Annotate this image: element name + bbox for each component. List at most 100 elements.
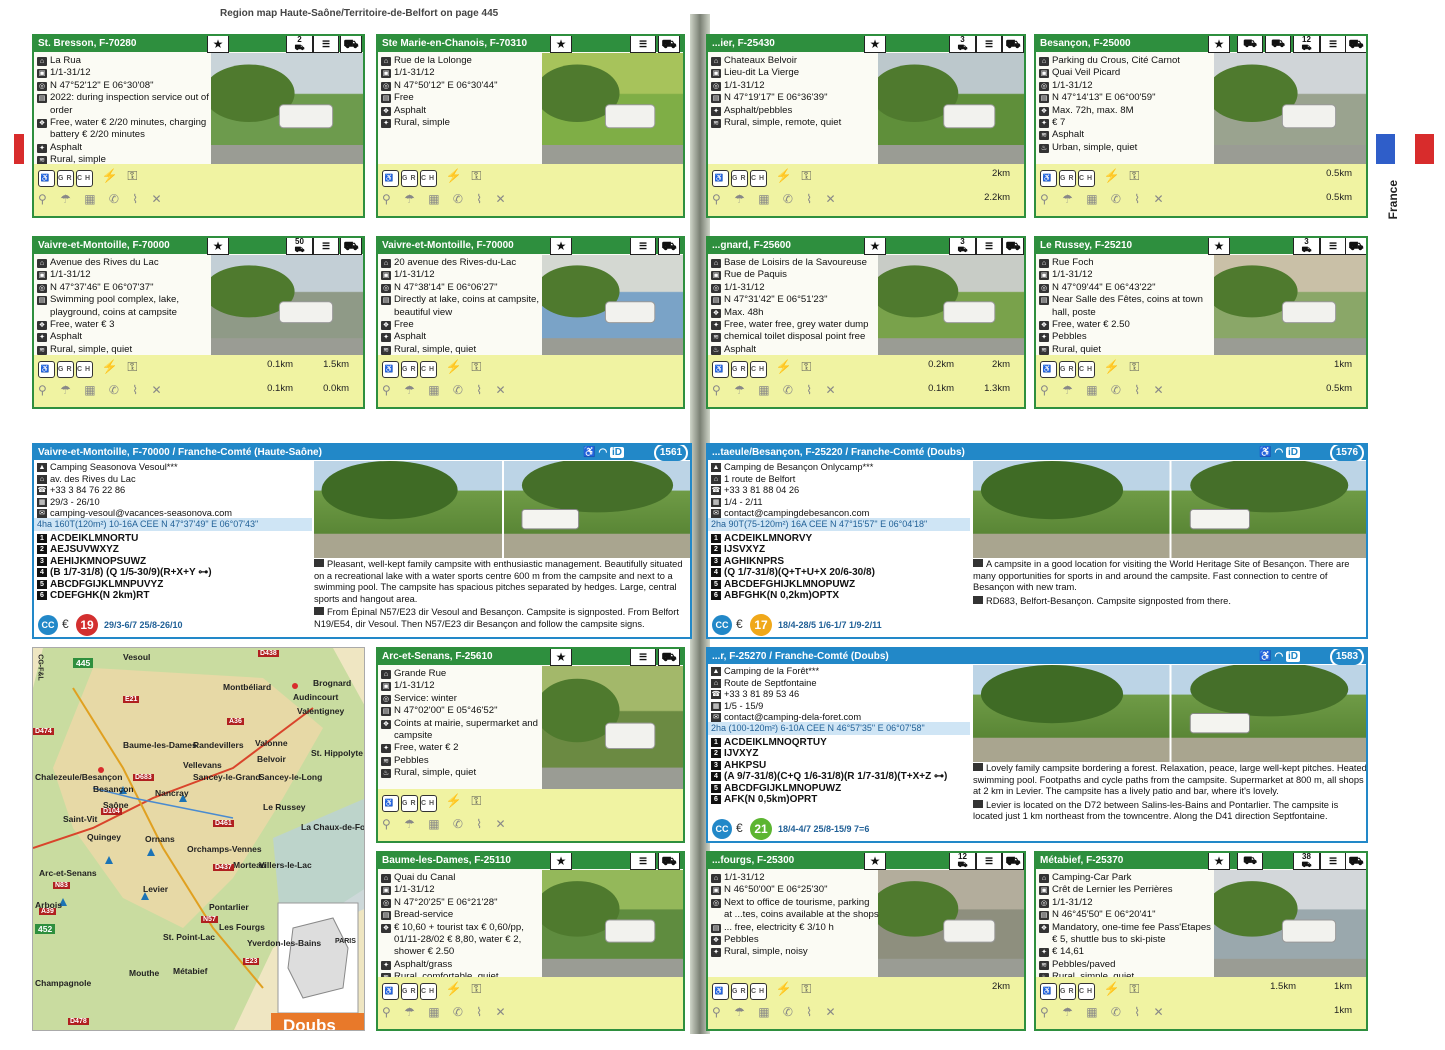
info-line: ✦ Asphalt/grass <box>381 959 543 971</box>
code-number: 4 <box>37 568 47 578</box>
map-place-label: Nancray <box>155 788 189 798</box>
info-line: ◎ 1/1-31/12 <box>711 79 765 91</box>
wifi-icon: ◠ <box>1274 447 1286 458</box>
info-icon: ▦ <box>711 701 721 711</box>
motorhome-icon: ⛟ <box>658 853 680 870</box>
campsite-card[interactable]: Vaivre-et-Montoille, F-70000 / Franche-C… <box>32 443 692 639</box>
info-line: ◎ N 47°50'12" E 06°30'44" <box>381 79 498 91</box>
campervan-card[interactable]: Baume-les-Dames, F-25110 ★ ☰ ⛟ ⌂ Quai du Cana… <box>376 851 685 1031</box>
info-icon: ⌂ <box>1039 874 1049 883</box>
campervan-card[interactable]: ...gnard, F-25600 ★ 3 ⛟ ☰ ⛟ ⌂ Base de Loisirs d… <box>706 236 1026 409</box>
campsite-info-line: ☎ +33 3 81 88 04 26 <box>711 485 800 495</box>
star-icon: ★ <box>1208 238 1230 255</box>
info-icon: ▲ <box>711 667 721 676</box>
wifi-icon: ◠ <box>598 447 610 458</box>
code-number: 5 <box>711 579 721 589</box>
cc-icon: CC <box>712 819 732 839</box>
campervan-card[interactable]: St. Bresson, F-70280 ★ 2 ⛟ ☰ ⛟ ⌂ La Rua ▣ 1/1-31/… <box>32 34 365 218</box>
map-road-label: A39 <box>39 908 56 915</box>
map-place-label: Randevillers <box>193 740 244 750</box>
info-line: ◎ 1/1-31/12 <box>711 281 765 293</box>
length-icon: ☰ <box>313 238 339 255</box>
info-line: ⌂ Rue Foch <box>1039 257 1215 269</box>
star-icon: ★ <box>864 36 886 53</box>
card-info: ⌂ Rue de la Lolonge ▣ 1/1-31/12 ◎ N 47°50'12"… <box>381 55 543 129</box>
description-paragraph: Levier is located on the D72 between Sal… <box>973 799 1339 822</box>
euro-icon: € <box>736 617 743 631</box>
gr-icon: GR <box>731 983 748 1000</box>
distance-label: 1.5km <box>1270 981 1296 992</box>
info-line: ❖ Coints at mairie, supermarket and camps… <box>381 717 538 742</box>
campsite-info-line: ⌂ 1 route de Belfort <box>711 474 973 486</box>
info-line: ❖ Mandatory, one-time fee Pass'Etapes € 5… <box>1039 921 1211 946</box>
info-icon: ❖ <box>1039 923 1049 933</box>
distance-label: 0.2km <box>928 359 954 370</box>
distance-label: 2km <box>992 168 1010 179</box>
map-place-label: Mouthe <box>129 968 160 978</box>
map-place-label: Ornans <box>145 834 175 844</box>
campervan-card[interactable]: Ste Marie-en-Chanois, F-70310 ★ ☰ ⛟ ⌂ Rue de … <box>376 34 685 218</box>
info-icon: ▲ <box>37 463 47 472</box>
info-line: ≋ chemical toilet disposal point free <box>711 331 879 343</box>
code-number: 4 <box>711 772 721 782</box>
campsite-info-line: ☎ +33 3 81 89 53 46 <box>711 689 800 699</box>
price-badge: 17 <box>750 614 772 636</box>
campervan-card[interactable]: Besançon, F-25000 ★ ⛟ ⛟ 12 ⛟ ☰ ⛟ ⌂ Parking du Cro… <box>1034 34 1368 218</box>
amenity-icons: ⚲ ☂ ▦ ✆ ⌇ ✕ <box>1040 383 1169 397</box>
campsite-card[interactable]: ...r, F-25270 / Franche-Comté (Doubs) ♿ ◠… <box>706 647 1368 843</box>
facility-code-line: 1 ACDEIKLMNORTU <box>37 533 212 544</box>
facility-tags: ♿ ◠ iD <box>1259 445 1300 460</box>
campervan-card[interactable]: ...ier, F-25430 ★ 3 ⛟ ☰ ⛟ ⌂ Chateaux Belvoir ▣ Li… <box>706 34 1026 218</box>
facilities-band: ♿ GR CH ⚡ ⚿ ⚲ ☂ ▦ ✆ ⌇ ✕ 2km <box>708 977 1024 1029</box>
code-number: 2 <box>711 545 721 555</box>
info-icon: ▣ <box>1039 271 1049 281</box>
info-line: ▤ N 46°45'50" E 06°20'41" <box>1039 909 1156 921</box>
info-icon: ❖ <box>37 119 47 129</box>
info-icon: ⌂ <box>381 874 391 883</box>
description-paragraph: Lovely family campsite bordering a fores… <box>973 763 1367 797</box>
campsite-card[interactable]: ...taeule/Besançon, F-25220 / Franche-Co… <box>706 443 1368 639</box>
campsite-info-line: ▦ 29/3 - 26/10 <box>37 496 100 507</box>
info-icon: ⌂ <box>37 57 47 66</box>
campervan-card[interactable]: Métabief, F-25370 ★ ⛟ 38 ⛟ ☰ ⛟ ⌂ Camping-Car Par… <box>1034 851 1368 1031</box>
distance-label: 0.0km <box>323 383 349 394</box>
campervan-card[interactable]: Arc-et-Senans, F-25610 ★ ☰ ⛟ ⌂ Grande Rue ▣ 1/1… <box>376 647 685 843</box>
info-icon: ≋ <box>37 345 47 355</box>
code-number: 4 <box>711 568 721 578</box>
star-icon: ★ <box>207 36 229 53</box>
info-line: ◎ Next to office de tourisme, parking at … <box>711 896 879 921</box>
description-paragraph: From Épinal N57/E23 dir Vesoul and Besan… <box>314 607 679 629</box>
length-icon: ☰ <box>630 238 656 255</box>
card-info: ⌂ Camping-Car Park ▣ Crêt de Lernier les Pe… <box>1039 872 1215 984</box>
campervan-card[interactable]: Le Russey, F-25210 ★ 3 ⛟ ☰ ⛟ ⌂ Rue Foch ▣ 1/1-31/… <box>1034 236 1368 409</box>
info-icon: ≋ <box>1039 345 1049 355</box>
ch-icon: CH <box>750 983 767 1000</box>
info-line: ▤ N 47°31'42" E 06°51'23" <box>711 294 828 306</box>
facility-code-line: 5 ABCDEFGHIJKLMNOPUWZ <box>711 579 875 590</box>
facilities-band: ♿ GR CH ⚡ ⚿ ⚲ ☂ ▦ ✆ ⌇ ✕ <box>34 164 363 216</box>
facility-icons: ♿ GR CH ⚡ ⚿ <box>382 793 484 812</box>
campervan-card[interactable]: ...fourgs, F-25300 ★ 12 ⛟ ☰ ⛟ ⌂ 1/1-31/12 ▣ N 46°… <box>706 851 1026 1031</box>
info-line: ❖ Max. 72h, max. 8M <box>1039 104 1134 116</box>
info-line: ≋ Pebbles/paved <box>1039 959 1215 971</box>
ch-icon: CH <box>420 170 437 187</box>
info-line: ▣ Lieu-dit La Vierge <box>711 67 800 79</box>
campervan-card[interactable]: Vaivre-et-Montoille, F-70000 ★ ☰ ⛟ ⌂ 20 avenu… <box>376 236 685 409</box>
card-info: ⌂ 20 avenue des Rives-du-Lac ▣ 1/1-31/12 ◎ N … <box>381 257 543 356</box>
info-icon: ⌂ <box>381 670 391 679</box>
code-number: 2 <box>711 749 721 759</box>
card-info: ⌂ La Rua ▣ 1/1-31/12 ◎ N 47°52'12" E 06°30'08… <box>37 55 212 167</box>
map-place-label: Orchamps-Vennes <box>187 844 262 854</box>
info-line: ▤... free, electricity € 3/10 h <box>711 921 834 933</box>
card-info: ⌂ Chateaux Belvoir ▣ Lieu-dit La Vierge ◎ 1/1… <box>711 55 879 129</box>
distance-label: 1.3km <box>984 383 1010 394</box>
info-line: ⌂ Quai du Canal <box>381 872 543 884</box>
site-photo <box>878 870 1024 981</box>
info-line: ✦ Free, water € 2 <box>381 742 543 754</box>
amenity-icons: ⚲ ☂ ▦ ✆ ⌇ ✕ <box>1040 192 1169 206</box>
length-icon: ☰ <box>976 238 1002 255</box>
campervan-card[interactable]: Vaivre-et-Montoille, F-70000 ★ 50 ⛟ ☰ ⛟ ⌂ Avenu… <box>32 236 365 409</box>
info-line: ▣ 1/1-31/12 <box>1039 269 1093 281</box>
card-info: ⌂ Avenue des Rives du Lac ▣ 1/1-31/12 ◎ N 47°… <box>37 257 212 356</box>
facility-icons: ♿ GR CH ⚡ ⚿ <box>712 168 814 187</box>
